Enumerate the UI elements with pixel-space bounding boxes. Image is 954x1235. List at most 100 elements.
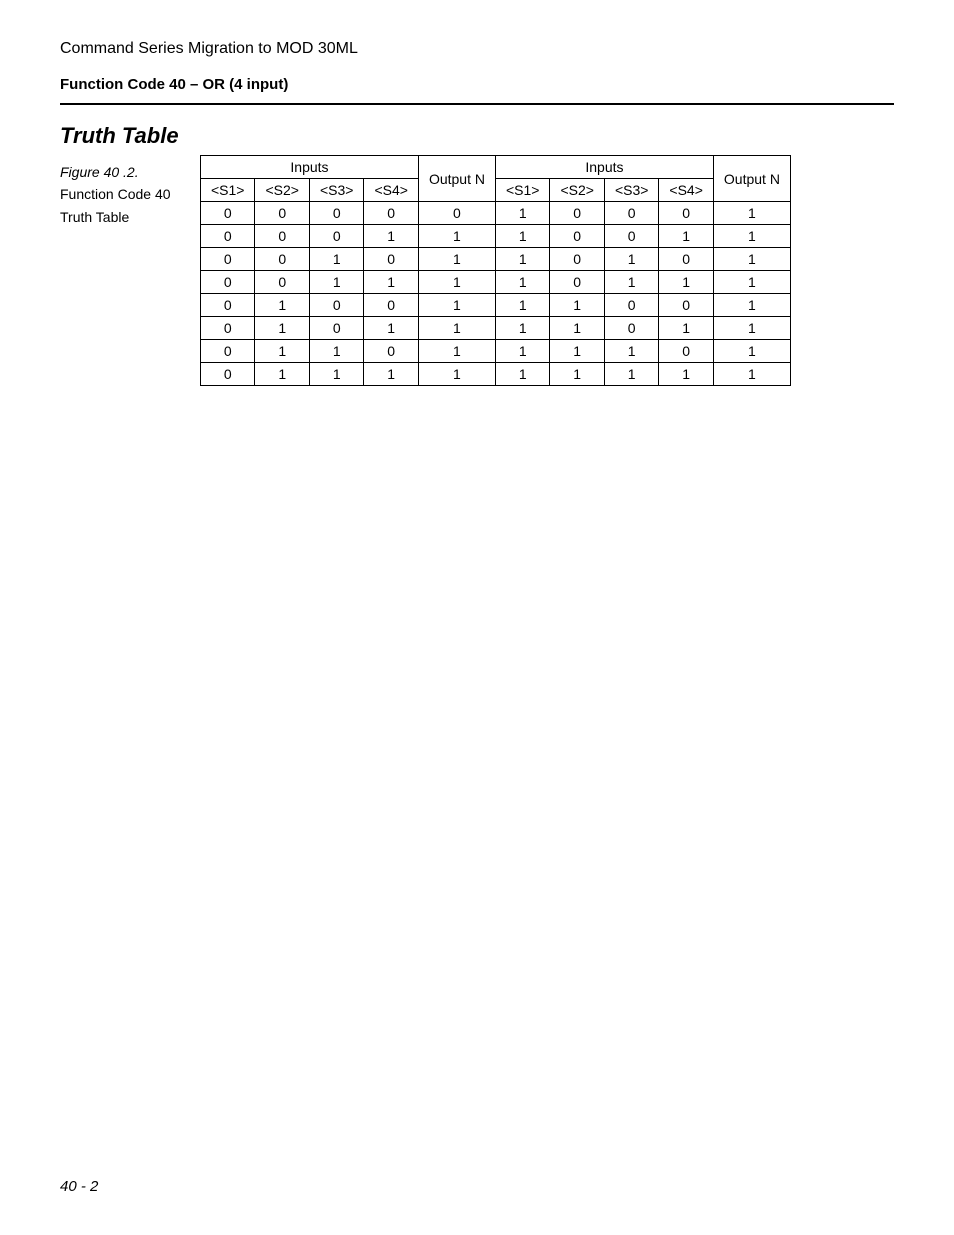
table-cell: 0	[659, 202, 713, 225]
sub-header: <S1>	[201, 179, 255, 202]
output-header-right: Output N	[713, 156, 790, 202]
table-cell: 1	[550, 340, 604, 363]
table-cell: 1	[495, 248, 549, 271]
table-cell: 1	[713, 202, 790, 225]
table-cell: 0	[364, 248, 418, 271]
table-cell: 1	[495, 225, 549, 248]
table-cell: 0	[201, 225, 255, 248]
output-header-left: Output N	[418, 156, 495, 202]
sub-header: <S2>	[550, 179, 604, 202]
table-cell: 0	[201, 317, 255, 340]
table-cell: 0	[659, 248, 713, 271]
table-cell: 0	[550, 248, 604, 271]
table-cell: 1	[364, 225, 418, 248]
table-cell: 0	[604, 294, 658, 317]
table-cell: 1	[495, 271, 549, 294]
table-cell: 1	[309, 363, 363, 386]
table-cell: 1	[713, 294, 790, 317]
table-cell: 1	[309, 248, 363, 271]
table-cell: 1	[418, 317, 495, 340]
table-cell: 1	[418, 294, 495, 317]
table-cell: 0	[201, 202, 255, 225]
sub-header: <S1>	[495, 179, 549, 202]
table-cell: 0	[201, 271, 255, 294]
table-cell: 1	[659, 271, 713, 294]
table-cell: 0	[255, 225, 309, 248]
table-cell: 1	[255, 317, 309, 340]
table-cell: 0	[201, 248, 255, 271]
table-cell: 1	[418, 340, 495, 363]
table-cell: 1	[713, 271, 790, 294]
sub-header: <S3>	[604, 179, 658, 202]
header-rule	[60, 103, 894, 105]
table-row: 0110111101	[201, 340, 791, 363]
table-cell: 1	[364, 317, 418, 340]
table-cell: 1	[550, 294, 604, 317]
inputs-header-left: Inputs	[201, 156, 419, 179]
table-cell: 1	[495, 294, 549, 317]
table-header-row-1: Inputs Output N Inputs Output N	[201, 156, 791, 179]
table-cell: 0	[418, 202, 495, 225]
table-row: 0111111111	[201, 363, 791, 386]
table-cell: 1	[255, 294, 309, 317]
table-cell: 1	[713, 363, 790, 386]
table-cell: 1	[659, 363, 713, 386]
table-cell: 1	[713, 340, 790, 363]
sub-header: <S2>	[255, 179, 309, 202]
table-cell: 1	[659, 317, 713, 340]
table-cell: 0	[255, 202, 309, 225]
content-row: Figure 40 .2. Function Code 40 Truth Tab…	[60, 155, 894, 386]
table-cell: 0	[364, 294, 418, 317]
table-cell: 1	[604, 340, 658, 363]
table-cell: 1	[364, 363, 418, 386]
table-cell: 0	[364, 202, 418, 225]
table-header-row-2: <S1> <S2> <S3> <S4> <S1> <S2> <S3> <S4>	[201, 179, 791, 202]
table-row: 0100111001	[201, 294, 791, 317]
table-cell: 0	[201, 363, 255, 386]
table-cell: 0	[201, 340, 255, 363]
figure-caption-line1: Function Code 40	[60, 183, 200, 205]
table-cell: 1	[495, 363, 549, 386]
truth-table: Inputs Output N Inputs Output N <S1> <S2…	[200, 155, 791, 386]
table-cell: 1	[418, 271, 495, 294]
inputs-header-right: Inputs	[495, 156, 713, 179]
table-cell: 1	[418, 248, 495, 271]
page-number: 40 - 2	[60, 1178, 98, 1195]
table-cell: 1	[418, 363, 495, 386]
section-title: Truth Table	[60, 123, 894, 149]
sub-header: <S3>	[309, 179, 363, 202]
table-cell: 1	[309, 340, 363, 363]
table-cell: 0	[550, 271, 604, 294]
page-subheader: Function Code 40 – OR (4 input)	[60, 76, 894, 93]
table-cell: 1	[550, 317, 604, 340]
table-cell: 0	[309, 317, 363, 340]
table-row: 0101111011	[201, 317, 791, 340]
table-cell: 1	[604, 271, 658, 294]
table-row: 0001110011	[201, 225, 791, 248]
table-cell: 0	[659, 294, 713, 317]
table-cell: 0	[309, 225, 363, 248]
truth-table-body: 0000010001000111001100101101010011110111…	[201, 202, 791, 386]
table-cell: 0	[255, 248, 309, 271]
table-row: 0010110101	[201, 248, 791, 271]
table-cell: 1	[713, 248, 790, 271]
table-cell: 1	[659, 225, 713, 248]
table-cell: 1	[604, 363, 658, 386]
table-cell: 0	[309, 294, 363, 317]
table-cell: 0	[604, 225, 658, 248]
table-cell: 0	[550, 225, 604, 248]
table-cell: 1	[309, 271, 363, 294]
table-cell: 1	[713, 225, 790, 248]
table-cell: 1	[364, 271, 418, 294]
figure-caption-line2: Truth Table	[60, 206, 200, 228]
page-header: Command Series Migration to MOD 30ML	[60, 40, 894, 58]
table-cell: 0	[604, 317, 658, 340]
sub-header: <S4>	[364, 179, 418, 202]
table-cell: 0	[659, 340, 713, 363]
table-cell: 1	[713, 317, 790, 340]
figure-label: Figure 40 .2.	[60, 161, 200, 183]
table-cell: 0	[364, 340, 418, 363]
table-cell: 1	[495, 340, 549, 363]
table-cell: 1	[495, 202, 549, 225]
table-cell: 1	[550, 363, 604, 386]
